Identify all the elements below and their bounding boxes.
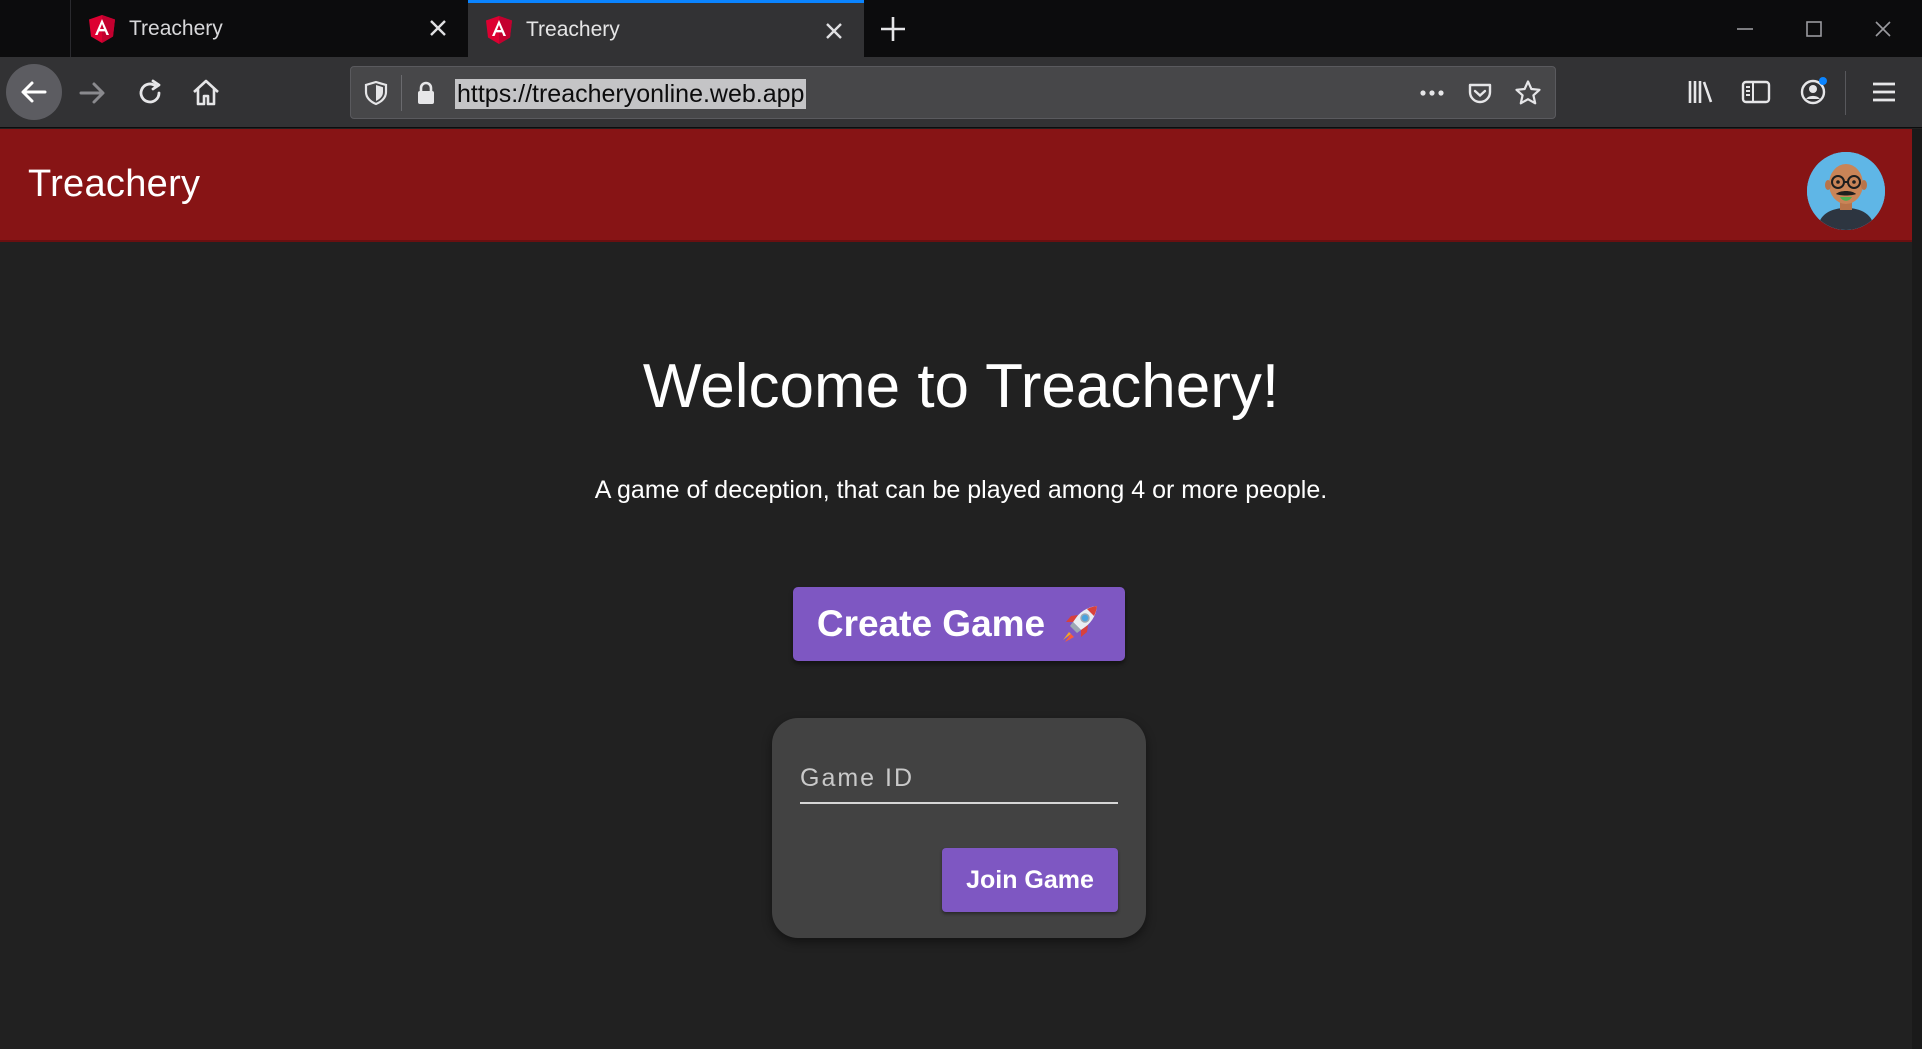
url-text[interactable]: https://treacheryonline.web.app xyxy=(455,79,807,109)
back-button[interactable] xyxy=(6,64,62,120)
address-bar[interactable]: https://treacheryonline.web.app xyxy=(350,66,1556,119)
join-game-card: Join Game xyxy=(772,718,1146,938)
tab-title: Treachery xyxy=(129,16,223,40)
close-tab-icon[interactable] xyxy=(820,17,848,45)
forward-button[interactable] xyxy=(64,65,120,121)
scrollbar-track[interactable] xyxy=(1912,129,1922,1049)
navigation-toolbar: https://treacheryonline.web.app xyxy=(0,57,1922,128)
game-id-field[interactable] xyxy=(800,758,1118,804)
home-button[interactable] xyxy=(178,65,234,121)
close-tab-icon[interactable] xyxy=(424,14,452,42)
join-game-button[interactable]: Join Game xyxy=(942,848,1118,912)
hamburger-menu-icon[interactable] xyxy=(1867,75,1901,109)
app-header: Treachery xyxy=(0,129,1922,242)
lock-icon[interactable] xyxy=(411,78,441,108)
browser-tab[interactable]: Treachery xyxy=(70,0,468,57)
account-icon[interactable] xyxy=(1796,75,1830,109)
angular-icon xyxy=(89,14,115,43)
app-title[interactable]: Treachery xyxy=(28,163,200,206)
home-icon xyxy=(193,79,219,106)
window-close-icon[interactable] xyxy=(1866,12,1900,46)
create-game-button[interactable]: Create Game xyxy=(793,587,1125,661)
divider xyxy=(401,75,402,111)
create-game-label: Create Game xyxy=(816,603,1046,644)
reload-icon xyxy=(139,79,161,104)
arrow-right-icon xyxy=(79,82,105,104)
arrow-left-icon xyxy=(21,81,47,103)
reload-button[interactable] xyxy=(122,65,178,121)
new-tab-icon[interactable] xyxy=(876,12,910,46)
game-id-input[interactable] xyxy=(800,758,1118,798)
tagline: A game of deception, that can be played … xyxy=(594,476,1328,504)
rocket-icon xyxy=(1063,606,1098,642)
tab-title: Treachery xyxy=(526,18,620,41)
bookmark-star-icon[interactable] xyxy=(1513,78,1543,108)
tracking-protection-shield-icon[interactable] xyxy=(361,78,391,108)
avatar[interactable] xyxy=(1807,152,1885,230)
library-icon[interactable] xyxy=(1684,75,1718,109)
maximize-icon[interactable] xyxy=(1797,12,1831,46)
page-title: Welcome to Treachery! xyxy=(642,352,1280,421)
divider xyxy=(1845,71,1846,115)
avatar-icon xyxy=(1807,152,1885,230)
sidebar-icon[interactable] xyxy=(1739,75,1773,109)
angular-icon xyxy=(486,16,512,44)
pocket-icon[interactable] xyxy=(1465,78,1495,108)
more-actions-icon[interactable] xyxy=(1417,78,1447,108)
main-content: Welcome to Treachery! A game of deceptio… xyxy=(0,243,1922,1049)
minimize-icon[interactable] xyxy=(1728,12,1762,46)
browser-tab-active[interactable]: Treachery xyxy=(468,0,864,57)
browser-tab-strip: Treachery Treachery xyxy=(0,0,1922,57)
